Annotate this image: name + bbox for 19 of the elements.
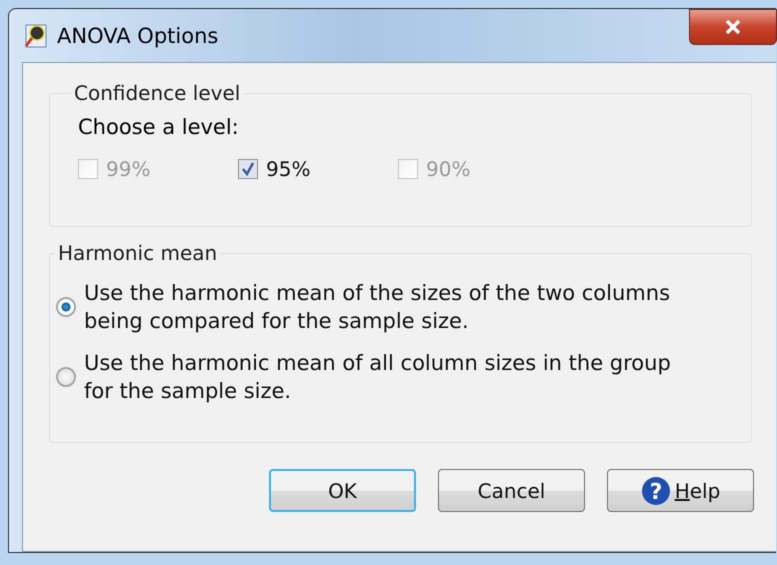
checkbox-label: 95% xyxy=(266,157,310,181)
window-title: ANOVA Options xyxy=(57,24,218,48)
cancel-button[interactable]: Cancel xyxy=(438,469,585,512)
ok-button[interactable]: OK xyxy=(269,469,416,512)
checkbox-label: 99% xyxy=(106,157,150,181)
app-icon xyxy=(23,22,49,48)
help-button[interactable]: ? Help xyxy=(607,469,754,512)
close-icon xyxy=(724,19,742,35)
checkbox-label: 90% xyxy=(426,157,470,181)
group-title: Confidence level xyxy=(73,81,242,105)
radio-label: Use the harmonic mean of all column sizes in the group for the sample size. xyxy=(84,350,672,405)
close-button[interactable] xyxy=(689,9,777,45)
radio-button[interactable] xyxy=(56,297,76,317)
checkbox[interactable] xyxy=(238,159,258,179)
radio-label: Use the harmonic mean of the sizes of the two columns being compared for the sample size. xyxy=(84,280,672,335)
help-icon: ? xyxy=(640,476,671,506)
group-title: Harmonic mean xyxy=(57,241,218,265)
prompt-label: Choose a level: xyxy=(78,115,240,139)
radio-button[interactable] xyxy=(56,367,76,387)
